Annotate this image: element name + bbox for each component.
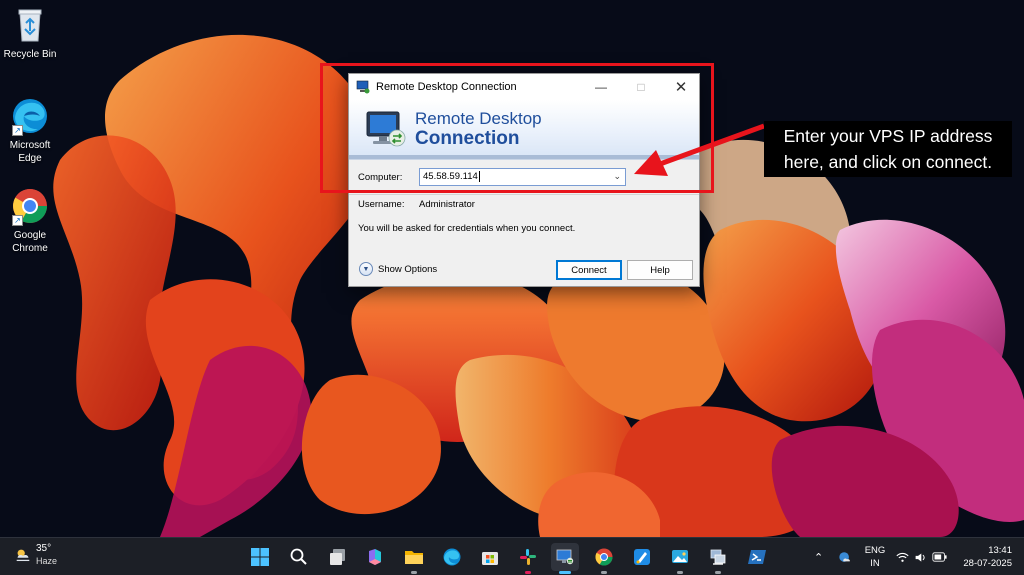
onedrive-tray-button[interactable]	[838, 538, 852, 575]
weather-widget[interactable]: 35° Haze	[14, 543, 57, 567]
taskbar-search-button[interactable]	[285, 543, 313, 571]
microsoft-store-button[interactable]	[476, 543, 504, 571]
help-button[interactable]: Help	[627, 260, 693, 280]
desktop-icon-recycle-bin[interactable]: Recycle Bin	[2, 5, 58, 61]
divider	[349, 194, 699, 195]
shortcut-arrow-icon: ↗	[12, 215, 23, 226]
clock-time: 13:41	[988, 545, 1012, 556]
running-indicator	[677, 571, 683, 574]
username-value: Administrator	[419, 199, 475, 210]
desktop-icon-label: Microsoft Edge	[9, 140, 51, 164]
desktop-icon-microsoft-edge[interactable]: ↗ Microsoft Edge	[2, 96, 58, 165]
running-indicator	[715, 571, 721, 574]
taskbar: 35° Haze ⌃ ENG IN 13:41 28-07-2025	[0, 537, 1024, 575]
photos-button[interactable]	[666, 543, 694, 574]
credentials-note: You will be asked for credentials when y…	[358, 223, 576, 234]
remote-desktop-taskbar-button[interactable]	[551, 543, 579, 574]
connect-button[interactable]: Connect	[556, 260, 622, 280]
language-indicator[interactable]: ENG IN	[862, 544, 888, 570]
edge-taskbar-button[interactable]	[438, 543, 466, 571]
powershell-button[interactable]	[743, 543, 771, 571]
network-manager-icon	[710, 549, 726, 565]
battery-icon	[932, 552, 947, 562]
recycle-bin-icon	[10, 5, 50, 45]
globe-cloud-icon	[839, 552, 850, 562]
file-explorer-icon	[405, 551, 423, 564]
start-icon	[251, 548, 269, 566]
desktop-icon-google-chrome[interactable]: ↗ Google Chrome	[2, 186, 58, 255]
edge-icon: ↗	[10, 96, 50, 136]
network-manager-button[interactable]	[704, 543, 732, 574]
copilot-icon	[369, 549, 381, 565]
show-options-label: Show Options	[378, 263, 438, 275]
running-indicator	[601, 571, 607, 574]
chevron-up-icon: ⌃	[814, 551, 824, 564]
clock-date: 28-07-2025	[963, 558, 1012, 569]
running-indicator	[411, 571, 417, 574]
slack-button[interactable]	[514, 543, 542, 574]
slack-icon	[520, 549, 536, 565]
language-region: IN	[870, 558, 880, 569]
paint-icon	[634, 549, 650, 565]
quick-settings-button[interactable]	[896, 538, 947, 575]
annotation-arrow-icon	[634, 123, 765, 176]
desktop-icon-label: Google Chrome	[12, 230, 48, 254]
shortcut-arrow-icon: ↗	[12, 125, 23, 136]
file-explorer-button[interactable]	[400, 543, 428, 574]
weather-condition: Haze	[36, 556, 58, 566]
desktop-icon-label: Recycle Bin	[3, 49, 57, 60]
running-indicator	[525, 571, 531, 574]
paint-button[interactable]	[628, 543, 656, 571]
photos-icon	[672, 550, 688, 563]
language-code: ENG	[864, 545, 886, 556]
haze-weather-icon	[16, 549, 30, 562]
powershell-icon	[748, 550, 766, 564]
wifi-icon	[896, 552, 909, 562]
remote-desktop-icon	[556, 549, 574, 565]
search-icon	[290, 548, 307, 565]
annotation-callout: Enter your VPS IP address here, and clic…	[764, 121, 1012, 177]
store-icon	[482, 552, 498, 565]
chrome-taskbar-button[interactable]	[590, 543, 618, 574]
edge-icon	[443, 548, 461, 566]
task-view-button[interactable]	[324, 543, 352, 571]
copilot-button[interactable]	[361, 543, 389, 571]
show-options-toggle[interactable]: ▼ Show Options	[359, 262, 437, 276]
taskbar-clock[interactable]: 13:41 28-07-2025	[958, 544, 1012, 570]
chrome-icon: ↗	[10, 186, 50, 226]
username-label: Username:	[358, 199, 405, 210]
show-hidden-icons-button[interactable]: ⌃	[814, 538, 823, 575]
volume-icon	[915, 552, 925, 562]
running-indicator	[559, 571, 571, 574]
chrome-icon	[595, 548, 613, 566]
start-button[interactable]	[246, 543, 274, 571]
task-view-icon	[330, 549, 345, 565]
weather-temperature: 35°	[36, 543, 52, 554]
expand-chevron-icon: ▼	[359, 262, 373, 276]
